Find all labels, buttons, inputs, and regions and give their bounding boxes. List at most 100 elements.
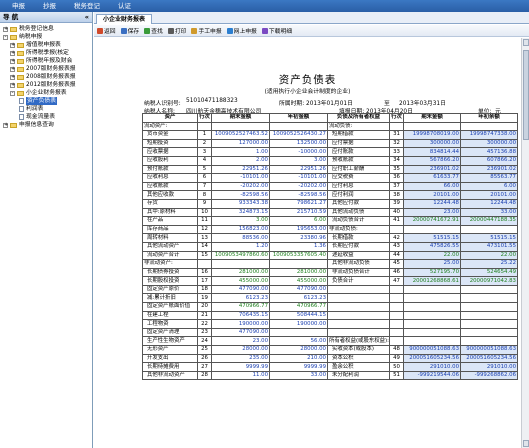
amount-cell[interactable]: 215710.59 bbox=[269, 207, 328, 218]
amount-cell[interactable]: 473101.55 bbox=[460, 241, 518, 252]
amount-cell[interactable]: 933343.38 bbox=[211, 198, 270, 209]
amount-cell[interactable]: 236901.02 bbox=[460, 164, 518, 175]
vertical-scrollbar[interactable] bbox=[521, 38, 529, 448]
amount-cell[interactable]: 1.36 bbox=[269, 241, 328, 252]
amount-cell[interactable]: -20202.00 bbox=[269, 181, 328, 192]
tree-node[interactable]: + 所得税季报(核定 bbox=[0, 49, 92, 57]
amount-cell[interactable]: 190000.00 bbox=[269, 319, 328, 329]
amount-cell[interactable]: 28000.00 bbox=[211, 345, 270, 355]
tree-node[interactable]: + 所得税年报及财会 bbox=[0, 57, 92, 65]
expand-icon[interactable]: + bbox=[10, 50, 15, 56]
amount-cell[interactable]: 127000.00 bbox=[211, 138, 270, 149]
tree-node[interactable]: +2012版财务报表报 bbox=[0, 81, 92, 89]
amount-cell[interactable]: -999219544.06 bbox=[403, 370, 461, 381]
amount-cell[interactable]: 85563.77 bbox=[460, 173, 518, 183]
amount-cell[interactable]: 23380.96 bbox=[269, 233, 328, 243]
amount-cell[interactable]: -10000.00 bbox=[269, 147, 328, 157]
amount-cell[interactable]: 9999.99 bbox=[211, 362, 270, 372]
amount-cell[interactable]: 900000051​088.63 bbox=[403, 345, 461, 355]
menu-certification[interactable]: 认证 bbox=[112, 0, 143, 12]
amount-cell[interactable]: 3.00 bbox=[211, 216, 270, 226]
amount-cell[interactable]: 1009053497860.60 bbox=[211, 250, 270, 261]
amount-cell[interactable]: 6123.23 bbox=[211, 293, 270, 304]
amount-cell[interactable]: 527195.70 bbox=[403, 267, 461, 278]
amount-cell[interactable]: 28000.00 bbox=[269, 345, 328, 355]
amount-cell[interactable]: 3.00 bbox=[269, 155, 328, 166]
amount-cell[interactable]: 6123.23 bbox=[269, 293, 328, 304]
tab-small-business-reports[interactable]: 小企业财务报表 bbox=[96, 14, 153, 24]
save-button[interactable]: 保存 bbox=[120, 26, 141, 35]
scroll-up-arrow[interactable] bbox=[523, 39, 529, 46]
amount-cell[interactable]: 11.00 bbox=[211, 370, 270, 381]
amount-cell[interactable]: 22.00 bbox=[403, 250, 461, 261]
amount-cell[interactable]: 190000.00 bbox=[211, 319, 270, 329]
amount-cell[interactable]: 470966.77 bbox=[211, 302, 270, 312]
amount-cell[interactable]: 25.22 bbox=[460, 259, 518, 269]
amount-cell[interactable]: 22.00 bbox=[460, 250, 518, 261]
amount-cell[interactable]: 200051605234.56 bbox=[403, 353, 461, 364]
amount-cell[interactable]: -10101.00 bbox=[211, 173, 270, 183]
amount-cell[interactable]: 195653.00 bbox=[269, 224, 328, 235]
amount-cell[interactable]: 1.00 bbox=[211, 147, 270, 157]
expand-icon[interactable]: + bbox=[10, 74, 15, 80]
amount-cell[interactable]: 132500.00 bbox=[269, 138, 328, 149]
amount-cell[interactable]: 524654.49 bbox=[460, 267, 518, 278]
amount-cell[interactable]: 798621.27 bbox=[269, 198, 328, 209]
amount-cell[interactable]: 834814.44 bbox=[403, 147, 461, 157]
amount-cell[interactable]: 51515.15 bbox=[403, 233, 461, 243]
amount-cell[interactable]: -82598.56 bbox=[269, 190, 328, 200]
download-details-button[interactable]: 下载明细 bbox=[261, 26, 293, 35]
amount-cell[interactable]: 156823.00 bbox=[211, 224, 270, 235]
scroll-down-arrow[interactable] bbox=[523, 440, 529, 447]
amount-cell[interactable]: 1009052526430.27 bbox=[269, 130, 328, 140]
amount-cell[interactable]: 51515.15 bbox=[460, 233, 518, 243]
amount-cell[interactable]: 23.00 bbox=[403, 207, 461, 218]
amount-cell[interactable]: 1009052527463.52 bbox=[211, 130, 270, 140]
amount-cell[interactable]: 1009053357605.40 bbox=[269, 250, 328, 261]
amount-cell[interactable]: -10101.00 bbox=[269, 173, 328, 183]
amount-cell[interactable]: 200051605234.56 bbox=[460, 353, 518, 364]
amount-cell[interactable]: 567866.20 bbox=[403, 155, 461, 166]
amount-cell[interactable]: 477090.00 bbox=[211, 327, 270, 338]
amount-cell[interactable]: 61633.77 bbox=[403, 173, 461, 183]
amount-cell[interactable]: 6.00 bbox=[460, 181, 518, 192]
amount-cell[interactable]: 235.00 bbox=[211, 353, 270, 364]
amount-cell[interactable]: 455000.00 bbox=[269, 276, 328, 286]
amount-cell[interactable]: 9999.99 bbox=[269, 362, 328, 372]
expand-icon[interactable]: + bbox=[10, 82, 15, 88]
amount-cell[interactable]: 300000.00 bbox=[460, 138, 518, 149]
amount-cell[interactable]: 210.00 bbox=[269, 353, 328, 364]
amount-cell[interactable]: 23.00 bbox=[211, 336, 270, 347]
amount-cell[interactable]: 22951.26 bbox=[211, 164, 270, 175]
amount-cell[interactable]: 12244.48 bbox=[460, 198, 518, 209]
online-declare-button[interactable]: 网上申报 bbox=[226, 26, 258, 35]
tree-node[interactable]: +2008版财务报表报 bbox=[0, 73, 92, 81]
tree-node[interactable]: + 申报信息查询 bbox=[0, 121, 92, 129]
amount-cell[interactable]: 6.00 bbox=[269, 216, 328, 226]
manual-declare-button[interactable]: 手工申报 bbox=[190, 26, 222, 35]
expand-icon[interactable]: + bbox=[3, 122, 8, 128]
amount-cell[interactable]: 455000.00 bbox=[211, 276, 270, 286]
amount-cell[interactable]: 20000971042.83 bbox=[460, 276, 518, 286]
amount-cell[interactable]: 33.00 bbox=[269, 370, 328, 381]
scroll-thumb[interactable] bbox=[523, 50, 529, 140]
amount-cell[interactable]: 236901.02 bbox=[403, 164, 461, 175]
amount-cell[interactable]: 19998708019.00 bbox=[403, 130, 461, 140]
amount-cell[interactable]: 2.00 bbox=[211, 155, 270, 166]
amount-cell[interactable]: 56.00 bbox=[269, 336, 328, 347]
amount-cell[interactable]: 607866.20 bbox=[460, 155, 518, 166]
collapse-icon[interactable]: - bbox=[10, 90, 15, 96]
amount-cell[interactable]: -20202.00 bbox=[211, 181, 270, 192]
amount-cell[interactable]: 706435.15 bbox=[211, 310, 270, 321]
sidebar-collapse-icon[interactable]: « bbox=[85, 12, 89, 22]
tree-node[interactable]: +2007版财务报表报 bbox=[0, 65, 92, 73]
amount-cell[interactable]: 2000044718​8.35 bbox=[460, 216, 518, 226]
amount-cell[interactable]: 20101.00 bbox=[460, 190, 518, 200]
tree-node[interactable]: 利润表 bbox=[0, 105, 92, 113]
amount-cell[interactable]: 25.00 bbox=[403, 259, 461, 269]
expand-icon[interactable]: + bbox=[3, 26, 8, 32]
amount-cell[interactable]: 281000.00 bbox=[269, 267, 328, 278]
amount-cell[interactable]: 66.00 bbox=[403, 181, 461, 192]
back-button[interactable]: 返回 bbox=[96, 26, 117, 35]
expand-icon[interactable]: + bbox=[10, 42, 15, 48]
